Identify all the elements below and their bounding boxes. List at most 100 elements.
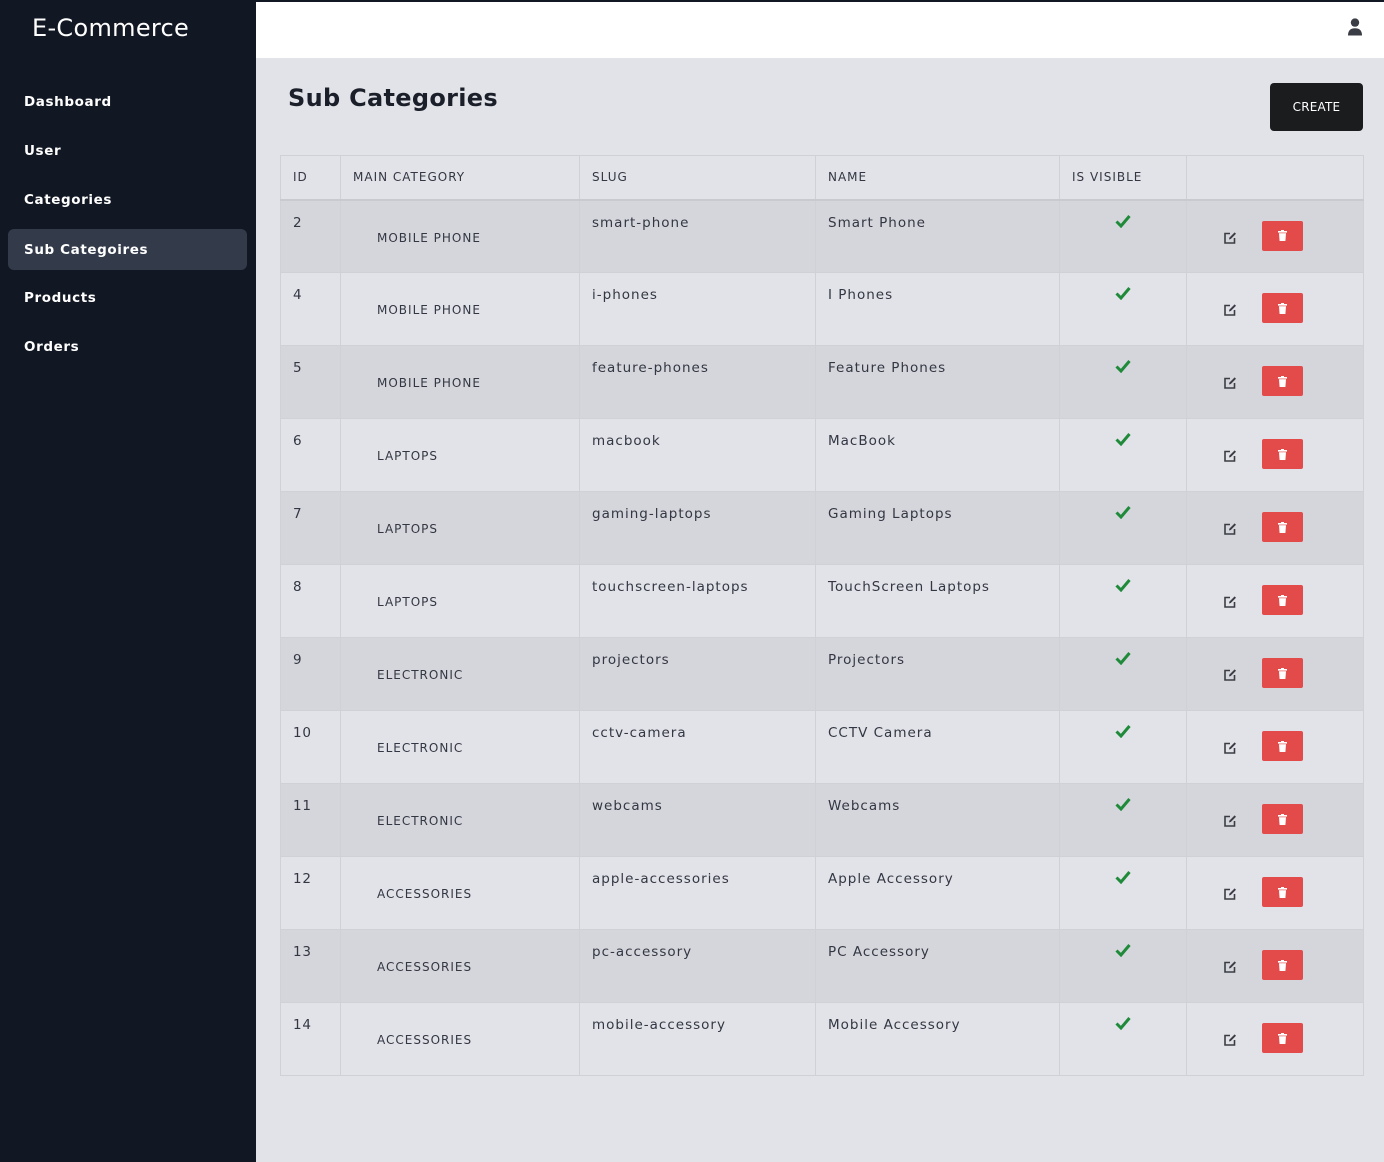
table-body: 2 MOBILE PHONE smart-phone Smart Phone 4 MOBI… bbox=[280, 199, 1364, 1076]
edit-icon[interactable] bbox=[1223, 668, 1237, 682]
sidebar-item-categories[interactable]: Categories bbox=[8, 179, 247, 220]
table-row: 4 MOBILE PHONE i-phones I Phones bbox=[280, 272, 1364, 346]
cell-name: CCTV Camera bbox=[815, 710, 1060, 784]
table-row: 10 ELECTRONIC cctv-camera CCTV Camera bbox=[280, 710, 1364, 784]
edit-icon[interactable] bbox=[1223, 231, 1237, 245]
cell-slug: macbook bbox=[579, 418, 816, 492]
cell-slug: apple-accessories bbox=[579, 856, 816, 930]
check-icon bbox=[1115, 1017, 1131, 1030]
column-header-main-category: MAIN CATEGORY bbox=[340, 155, 580, 201]
column-header-name: NAME bbox=[815, 155, 1060, 201]
cell-id: 10 bbox=[280, 710, 341, 784]
trash-icon bbox=[1278, 886, 1287, 898]
sidebar: E-Commerce Dashboard User Categories Sub… bbox=[0, 0, 256, 1162]
cell-is-visible bbox=[1059, 1002, 1187, 1076]
delete-button[interactable] bbox=[1262, 950, 1303, 980]
sidebar-item-dashboard[interactable]: Dashboard bbox=[8, 81, 247, 122]
cell-slug: mobile-accessory bbox=[579, 1002, 816, 1076]
column-header-id: ID bbox=[280, 155, 341, 201]
table-row: 6 LAPTOPS macbook MacBook bbox=[280, 418, 1364, 492]
check-icon bbox=[1115, 287, 1131, 300]
table-row: 7 LAPTOPS gaming-laptops Gaming Laptops bbox=[280, 491, 1364, 565]
trash-icon bbox=[1278, 230, 1287, 241]
edit-icon[interactable] bbox=[1223, 960, 1237, 974]
edit-icon[interactable] bbox=[1223, 1033, 1237, 1047]
delete-button[interactable] bbox=[1262, 731, 1303, 761]
edit-icon[interactable] bbox=[1223, 887, 1237, 901]
edit-icon[interactable] bbox=[1223, 376, 1237, 390]
delete-button[interactable] bbox=[1262, 512, 1303, 542]
cell-id: 5 bbox=[280, 345, 341, 419]
cell-actions bbox=[1186, 637, 1364, 711]
create-button[interactable]: CREATE bbox=[1270, 83, 1363, 131]
sub-categories-table: ID MAIN CATEGORY SLUG NAME IS VISIBLE 2M… bbox=[280, 155, 1364, 1076]
cell-main-category: LAPTOPS bbox=[340, 564, 580, 638]
cell-actions bbox=[1186, 564, 1364, 638]
cell-name: MacBook bbox=[815, 418, 1060, 492]
delete-button[interactable] bbox=[1262, 658, 1303, 688]
delete-button[interactable] bbox=[1262, 439, 1303, 469]
cell-name: I Phones bbox=[815, 272, 1060, 346]
cell-actions bbox=[1186, 199, 1364, 273]
delete-button[interactable] bbox=[1262, 293, 1303, 323]
cell-name: Feature Phones bbox=[815, 345, 1060, 419]
column-header-is-visible: IS VISIBLE bbox=[1059, 155, 1187, 201]
app-title: E-Commerce bbox=[32, 14, 190, 42]
table-row: 14 ACCESSORIES mobile-accessory Mobile Acce… bbox=[280, 1002, 1364, 1076]
cell-main-category: ACCESSORIES bbox=[340, 856, 580, 930]
trash-icon bbox=[1278, 375, 1287, 387]
cell-main-category: ACCESSORIES bbox=[340, 1002, 580, 1076]
edit-icon[interactable] bbox=[1223, 449, 1237, 463]
trash-icon bbox=[1278, 740, 1287, 752]
table-row: 12 ACCESSORIES apple-accessories Apple Acce… bbox=[280, 856, 1364, 930]
delete-button[interactable] bbox=[1262, 220, 1303, 251]
delete-button[interactable] bbox=[1262, 804, 1303, 834]
cell-name: Mobile Accessory bbox=[815, 1002, 1060, 1076]
trash-icon bbox=[1278, 521, 1287, 533]
sidebar-item-products[interactable]: Products bbox=[8, 277, 247, 318]
cell-slug: projectors bbox=[579, 637, 816, 711]
user-icon[interactable] bbox=[1348, 18, 1362, 36]
delete-button[interactable] bbox=[1262, 366, 1303, 396]
cell-is-visible bbox=[1059, 418, 1187, 492]
delete-button[interactable] bbox=[1262, 877, 1303, 907]
cell-slug: touchscreen-laptops bbox=[579, 564, 816, 638]
edit-icon[interactable] bbox=[1223, 522, 1237, 536]
table-row: 13 ACCESSORIES pc-accessory PC Accessory bbox=[280, 929, 1364, 1003]
check-icon bbox=[1115, 944, 1131, 957]
cell-main-category: LAPTOPS bbox=[340, 418, 580, 492]
column-header-actions bbox=[1186, 155, 1364, 201]
sidebar-item-orders[interactable]: Orders bbox=[8, 326, 247, 367]
cell-slug: gaming-laptops bbox=[579, 491, 816, 565]
cell-is-visible bbox=[1059, 710, 1187, 784]
check-icon bbox=[1115, 652, 1131, 665]
page-title: Sub Categories bbox=[288, 84, 498, 112]
cell-main-category: MOBILE PHONE bbox=[340, 272, 580, 346]
cell-id: 9 bbox=[280, 637, 341, 711]
table-row: 8 LAPTOPS touchscreen-laptops TouchScreen L… bbox=[280, 564, 1364, 638]
delete-button[interactable] bbox=[1262, 1023, 1303, 1053]
delete-button[interactable] bbox=[1262, 585, 1303, 615]
cell-main-category: ELECTRONIC bbox=[340, 783, 580, 857]
cell-id: 12 bbox=[280, 856, 341, 930]
cell-is-visible bbox=[1059, 345, 1187, 419]
cell-actions bbox=[1186, 418, 1364, 492]
sidebar-item-sub-categories[interactable]: Sub Categoires bbox=[8, 229, 247, 270]
edit-icon[interactable] bbox=[1223, 595, 1237, 609]
cell-id: 6 bbox=[280, 418, 341, 492]
table-row: 9 ELECTRONIC projectors Projectors bbox=[280, 637, 1364, 711]
edit-icon[interactable] bbox=[1223, 303, 1237, 317]
cell-slug: feature-phones bbox=[579, 345, 816, 419]
edit-icon[interactable] bbox=[1223, 741, 1237, 755]
check-icon bbox=[1115, 579, 1131, 592]
cell-actions bbox=[1186, 929, 1364, 1003]
cell-is-visible bbox=[1059, 929, 1187, 1003]
trash-icon bbox=[1278, 594, 1287, 606]
check-icon bbox=[1115, 360, 1131, 373]
cell-is-visible bbox=[1059, 783, 1187, 857]
cell-main-category: ACCESSORIES bbox=[340, 929, 580, 1003]
table-header-row: ID MAIN CATEGORY SLUG NAME IS VISIBLE bbox=[280, 155, 1364, 201]
sidebar-item-user[interactable]: User bbox=[8, 130, 247, 171]
cell-id: 4 bbox=[280, 272, 341, 346]
edit-icon[interactable] bbox=[1223, 814, 1237, 828]
